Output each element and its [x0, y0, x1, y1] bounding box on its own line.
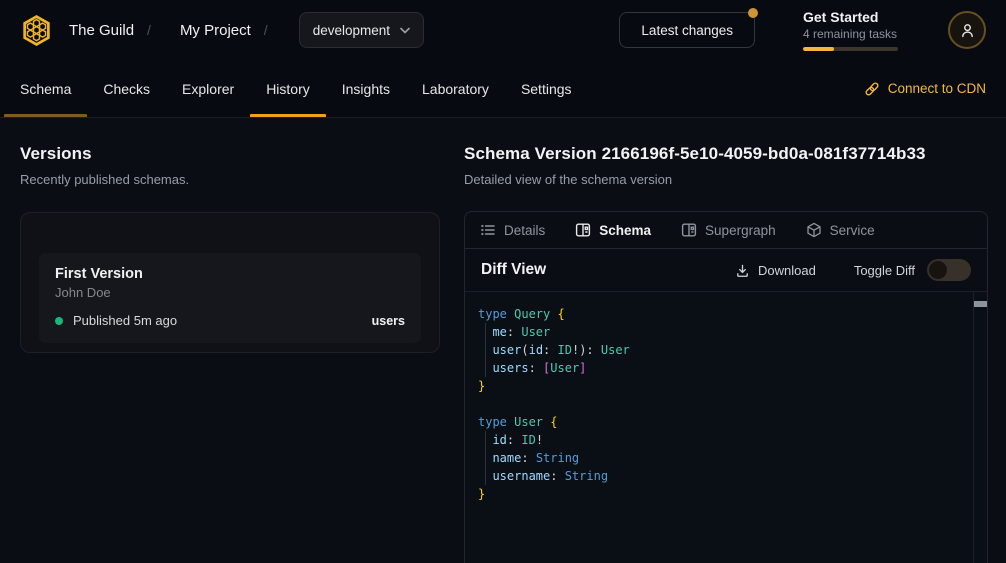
- code-line: type Query {: [478, 305, 963, 323]
- editor-scrollbar-thumb[interactable]: [974, 301, 987, 307]
- notification-dot: [748, 8, 758, 18]
- download-label: Download: [758, 263, 816, 278]
- code-line: me: User: [478, 323, 963, 341]
- get-started-progressbar: [803, 47, 898, 51]
- user-avatar[interactable]: [948, 11, 986, 49]
- breadcrumb-project[interactable]: My Project: [180, 22, 251, 39]
- code-line: id: ID!: [478, 431, 963, 449]
- connect-to-cdn-button[interactable]: Connect to CDN: [864, 60, 986, 117]
- nav-tab-label: History: [266, 81, 310, 97]
- nav-tab-label: Laboratory: [422, 81, 489, 97]
- diff-view-title: Diff View: [481, 261, 546, 279]
- code-line: [478, 395, 963, 413]
- latest-changes-button[interactable]: Latest changes: [619, 12, 755, 48]
- toggle-diff-label: Toggle Diff: [854, 263, 915, 278]
- detail-tab-label: Schema: [599, 223, 651, 238]
- layout-icon: [575, 222, 591, 238]
- get-started-progress-fill: [803, 47, 834, 51]
- nav-tab-label: Insights: [342, 81, 390, 97]
- code-line: }: [478, 485, 963, 503]
- nav-tab-underline: [166, 114, 250, 117]
- latest-changes-label: Latest changes: [641, 23, 733, 38]
- code-line: user(id: ID!): User: [478, 341, 963, 359]
- versions-subtitle: Recently published schemas.: [20, 172, 440, 187]
- detail-tab-service[interactable]: Service: [806, 222, 875, 238]
- download-button[interactable]: Download: [735, 263, 816, 278]
- detail-tab-label: Service: [830, 223, 875, 238]
- nav-tab-label: Explorer: [182, 81, 234, 97]
- nav-tab-underline: [4, 114, 87, 117]
- versions-title: Versions: [20, 144, 440, 164]
- toggle-diff-switch[interactable]: [927, 259, 971, 281]
- published-status-dot: [55, 317, 63, 325]
- nav-tab-settings[interactable]: Settings: [505, 60, 588, 117]
- chevron-down-icon: [400, 27, 410, 34]
- nav-tab-label: Settings: [521, 81, 572, 97]
- editor-scrollbar[interactable]: [973, 292, 987, 563]
- nav-tab-underline: [326, 114, 406, 117]
- code-line: name: String: [478, 449, 963, 467]
- download-icon: [735, 263, 750, 278]
- detail-tab-supergraph[interactable]: Supergraph: [681, 222, 776, 238]
- nav-tab-checks[interactable]: Checks: [87, 60, 166, 117]
- code-line: }: [478, 377, 963, 395]
- breadcrumb-separator: /: [147, 22, 151, 38]
- diff-view-header: Diff View Download Toggle Diff: [465, 249, 987, 292]
- get-started-subtitle: 4 remaining tasks: [803, 27, 898, 41]
- toggle-knob: [929, 261, 947, 279]
- nav-tab-underline: [406, 114, 505, 117]
- main-content: Versions Recently published schemas. Fir…: [0, 118, 1006, 563]
- layout-icon: [681, 222, 697, 238]
- nav-tab-explorer[interactable]: Explorer: [166, 60, 250, 117]
- top-header: The Guild / My Project / development Lat…: [0, 0, 1006, 60]
- get-started-title: Get Started: [803, 9, 898, 25]
- nav-tab-underline: [250, 114, 326, 117]
- version-author: John Doe: [55, 285, 405, 300]
- user-icon: [959, 22, 976, 39]
- nav-tab-underline: [87, 114, 166, 117]
- version-detail-panel: Schema Version 2166196f-5e10-4059-bd0a-0…: [464, 118, 988, 563]
- detail-tabs: Details Schema Supergraph Service: [465, 212, 987, 249]
- versions-panel: Versions Recently published schemas. Fir…: [20, 118, 440, 563]
- list-icon: [480, 222, 496, 238]
- version-list-item[interactable]: First Version John Doe Published 5m ago …: [39, 253, 421, 343]
- code-line: type User {: [478, 413, 963, 431]
- version-title: First Version: [55, 266, 405, 282]
- link-icon: [864, 81, 880, 97]
- cube-icon: [806, 222, 822, 238]
- detail-tab-schema[interactable]: Schema: [575, 222, 651, 238]
- detail-tab-details[interactable]: Details: [480, 222, 545, 238]
- detail-tab-label: Details: [504, 223, 545, 238]
- version-service-badge: users: [372, 314, 405, 328]
- nav-tab-schema[interactable]: Schema: [4, 60, 87, 117]
- code-line: users: [User]: [478, 359, 963, 377]
- nav-tab-label: Checks: [103, 81, 150, 97]
- code-line: username: String: [478, 467, 963, 485]
- target-nav: Schema Checks Explorer History Insights Labor…: [0, 60, 1006, 118]
- detail-tab-label: Supergraph: [705, 223, 776, 238]
- nav-tab-insights[interactable]: Insights: [326, 60, 406, 117]
- hive-logo-icon[interactable]: [20, 14, 53, 47]
- target-select[interactable]: development: [299, 12, 424, 48]
- nav-tab-laboratory[interactable]: Laboratory: [406, 60, 505, 117]
- version-list: First Version John Doe Published 5m ago …: [20, 212, 440, 353]
- version-detail-box: Details Schema Supergraph Service Diff View…: [464, 211, 988, 563]
- nav-tab-underline: [505, 114, 588, 117]
- graphql-sdl-code: type Query { me: User user(id: ID!): Use…: [465, 292, 987, 516]
- breadcrumb-separator: /: [264, 22, 268, 38]
- schema-code-editor[interactable]: type Query { me: User user(id: ID!): Use…: [465, 292, 987, 563]
- nav-tab-label: Schema: [20, 81, 71, 97]
- version-status: Published 5m ago: [73, 313, 177, 328]
- nav-tab-history[interactable]: History: [250, 60, 326, 117]
- target-select-value: development: [313, 23, 390, 38]
- version-detail-title: Schema Version 2166196f-5e10-4059-bd0a-0…: [464, 144, 988, 164]
- breadcrumb-org[interactable]: The Guild: [69, 22, 134, 39]
- get-started-widget[interactable]: Get Started 4 remaining tasks: [803, 9, 898, 51]
- connect-to-cdn-label: Connect to CDN: [888, 81, 986, 96]
- version-detail-subtitle: Detailed view of the schema version: [464, 172, 988, 187]
